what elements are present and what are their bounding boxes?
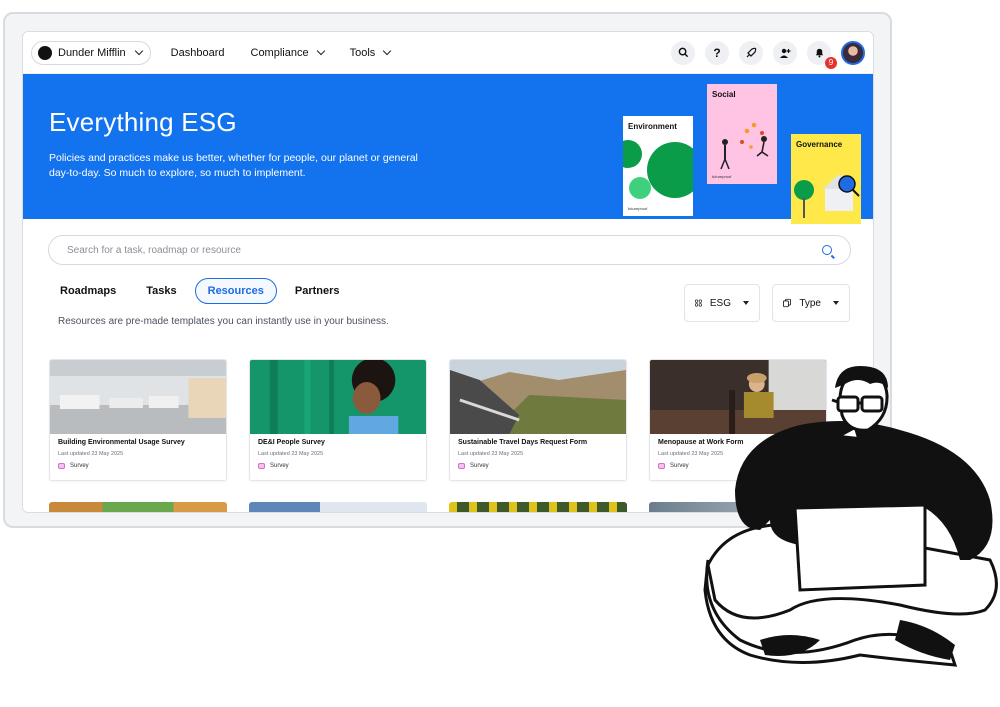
copy-icon <box>783 298 791 308</box>
chevron-down-icon <box>383 46 392 56</box>
poster-social: Social futureproof <box>707 84 777 184</box>
page: Dunder Mifflin Dashboard Compliance Tool… <box>0 0 1000 707</box>
resource-grid: Building Environmental Usage Survey Last… <box>49 359 827 481</box>
nav-compliance-label: Compliance <box>250 46 309 59</box>
card-title: Sustainable Travel Days Request Form <box>458 439 588 446</box>
org-switcher[interactable]: Dunder Mifflin <box>31 40 151 65</box>
nav-compliance[interactable]: Compliance <box>250 46 325 59</box>
help-button[interactable]: ? <box>705 40 729 65</box>
app-screen: Dunder Mifflin Dashboard Compliance Tool… <box>22 31 874 513</box>
card-updated: Last updated 23 May 2025 <box>658 451 724 457</box>
search-icon <box>678 47 688 58</box>
filter-type[interactable]: Type <box>772 284 850 322</box>
survey-icon <box>258 463 265 469</box>
tab-roadmaps[interactable]: Roadmaps <box>48 279 128 303</box>
train-thumbnail <box>450 360 626 434</box>
office-thumbnail <box>50 360 226 434</box>
card-updated: Last updated 23 May 2025 <box>458 451 524 457</box>
nav-links: Dashboard Compliance Tools <box>171 46 392 59</box>
search-placeholder: Search for a task, roadmap or resource <box>67 244 241 256</box>
card-type: Survey <box>58 463 89 469</box>
card-updated: Last updated 23 May 2025 <box>258 451 324 457</box>
card-type: Survey <box>258 463 289 469</box>
tab-tasks[interactable]: Tasks <box>134 279 188 303</box>
notification-badge: 9 <box>825 56 837 69</box>
card-type: Survey <box>458 463 489 469</box>
governance-illustration <box>794 174 860 218</box>
nav-tools-label: Tools <box>349 46 376 59</box>
search-button[interactable] <box>671 40 695 65</box>
tab-bar: Roadmaps Tasks Resources Partners <box>48 278 352 304</box>
org-logo <box>38 45 52 60</box>
survey-icon <box>458 463 465 469</box>
nav-tools[interactable]: Tools <box>349 46 392 59</box>
poster-footer: futureproof <box>712 174 732 179</box>
card-updated: Last updated 23 May 2025 <box>58 451 124 457</box>
org-name: Dunder Mifflin <box>58 46 126 59</box>
top-navigation: Dunder Mifflin Dashboard Compliance Tool… <box>23 32 873 74</box>
category-icon <box>695 299 702 307</box>
hero-title: Everything ESG <box>49 107 237 137</box>
bell-icon <box>815 48 823 58</box>
desk-thumbnail <box>650 360 826 434</box>
nav-dashboard[interactable]: Dashboard <box>171 47 225 59</box>
notifications-button[interactable]: 9 <box>807 40 837 69</box>
avatar[interactable] <box>841 40 865 65</box>
poster-environment: Environment futureproof <box>623 116 693 216</box>
caret-down-icon <box>743 301 749 305</box>
survey-icon <box>658 463 665 469</box>
search-icon[interactable] <box>822 245 832 255</box>
card-type: Survey <box>658 463 689 469</box>
tab-resources[interactable]: Resources <box>194 278 277 304</box>
nav-actions: ? 9 <box>671 40 865 69</box>
resource-grid-row-2 <box>49 502 827 512</box>
rocket-icon <box>746 47 757 57</box>
social-illustration <box>720 122 769 170</box>
add-user-button[interactable] <box>773 40 797 65</box>
filter-esg[interactable]: ESG <box>684 284 760 322</box>
resource-card-partial[interactable] <box>249 502 427 512</box>
caret-down-icon <box>833 301 839 305</box>
poster-footer: futureproof <box>628 206 648 211</box>
search-input[interactable]: Search for a task, roadmap or resource <box>48 235 851 265</box>
hero-banner: Everything ESG Policies and practices ma… <box>23 74 873 224</box>
help-icon: ? <box>713 45 721 60</box>
card-type-label: Survey <box>70 463 89 469</box>
person-legs <box>703 523 998 667</box>
chevron-down-icon <box>134 46 143 56</box>
poster-governance: Governance <box>791 134 861 224</box>
filter-type-label: Type <box>799 297 821 309</box>
chevron-down-icon <box>316 46 325 56</box>
card-title: Building Environmental Usage Survey <box>58 439 185 446</box>
resource-card[interactable]: Menopause at Work Form Last updated 23 M… <box>649 359 827 481</box>
rocket-button[interactable] <box>739 40 763 65</box>
nav-dashboard-label: Dashboard <box>170 46 225 59</box>
laptop-frame: Dunder Mifflin Dashboard Compliance Tool… <box>3 12 892 528</box>
card-title: Menopause at Work Form <box>658 439 744 446</box>
person-thumbnail <box>250 360 426 434</box>
add-user-icon <box>780 48 791 58</box>
resource-card-partial[interactable] <box>649 502 827 512</box>
environment-illustration <box>623 140 693 199</box>
tab-partners[interactable]: Partners <box>283 279 352 303</box>
survey-icon <box>58 463 65 469</box>
resource-card[interactable]: DE&I People Survey Last updated 23 May 2… <box>249 359 427 481</box>
hero-subtitle: Policies and practices make us better, w… <box>49 152 418 179</box>
card-type-label: Survey <box>670 463 689 469</box>
filter-esg-label: ESG <box>709 297 731 309</box>
resource-card[interactable]: Sustainable Travel Days Request Form Las… <box>449 359 627 481</box>
card-title: DE&I People Survey <box>258 439 325 446</box>
tab-description: Resources are pre-made templates you can… <box>58 316 389 327</box>
resource-card[interactable]: Building Environmental Usage Survey Last… <box>49 359 227 481</box>
card-type-label: Survey <box>270 463 289 469</box>
resource-card-partial[interactable] <box>49 502 227 512</box>
card-type-label: Survey <box>470 463 489 469</box>
resource-card-partial[interactable] <box>449 502 627 512</box>
